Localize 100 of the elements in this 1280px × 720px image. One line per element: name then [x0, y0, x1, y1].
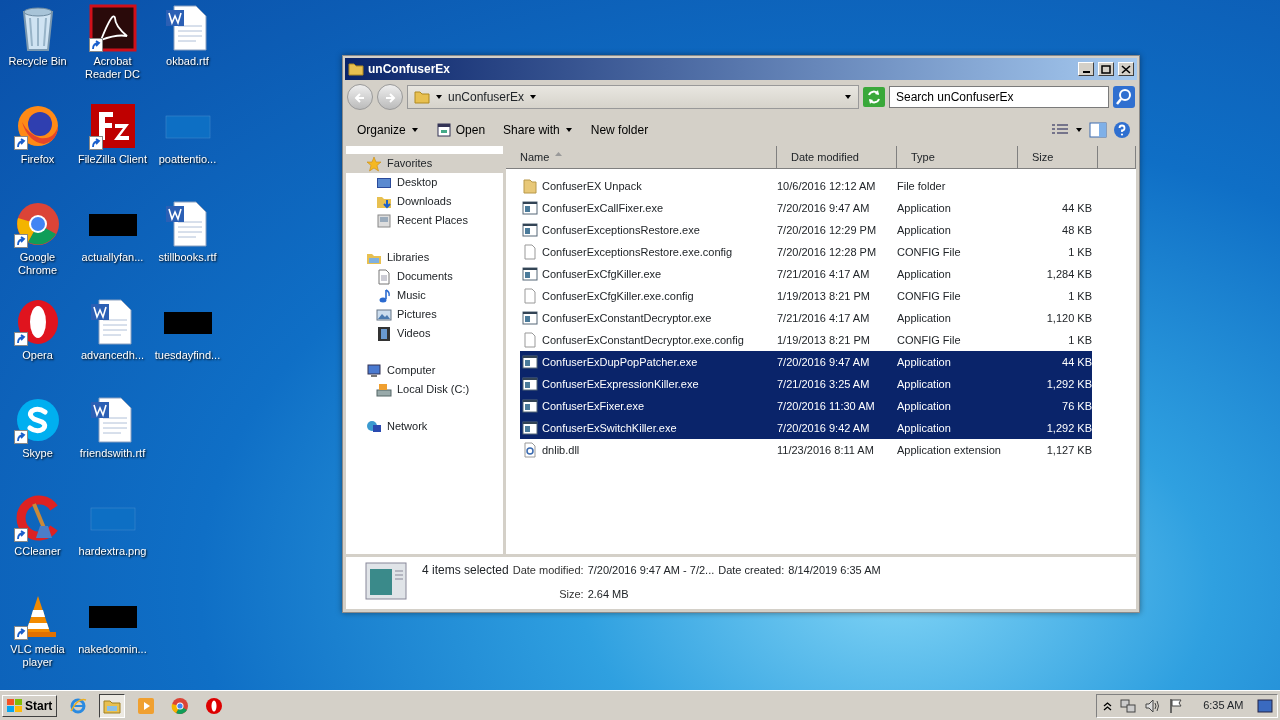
minimize-button[interactable] [1078, 62, 1094, 76]
close-button[interactable] [1118, 62, 1134, 76]
icon-label[interactable]: friendswith.rtf [75, 447, 150, 460]
preview-pane-icon[interactable] [1089, 122, 1107, 138]
date-cell-text: 7/21/2016 4:17 AM [777, 310, 871, 326]
navigation-item[interactable]: Computer [346, 361, 503, 380]
file-row[interactable]: ConfuserExCfgKiller.exe 7/21/2016 4:17 AM Application 1,284 KB [520, 263, 1092, 285]
navigation-item[interactable]: Music [346, 286, 503, 305]
icon-label[interactable]: stillbooks.rtf [150, 251, 225, 264]
speaker-icon[interactable] [1144, 697, 1161, 714]
address-bar[interactable]: unConfuserEx [407, 85, 859, 109]
column-header[interactable]: Type [897, 146, 1018, 169]
file-row[interactable]: ConfuserEX Unpack 10/6/2016 12:12 AM File folder [520, 175, 1092, 197]
size-cell: 1,120 KB [1046, 311, 1092, 324]
navigation-item[interactable]: Recent Places [346, 211, 503, 230]
icon-label[interactable]: poattentio... [150, 153, 225, 166]
toolbar-button[interactable]: Open [430, 119, 492, 141]
view-list-icon[interactable] [1051, 123, 1069, 137]
file-row[interactable]: ConfuserExExpressionKiller.exe 7/21/2016 3:25 AM Application 1,292 KB [520, 373, 1092, 395]
dropdown-caret-icon[interactable] [844, 93, 852, 101]
file-row[interactable]: ConfuserExConstantDecryptor.exe.config 1/19/2013 8:21 PM CONFIG File 1 KB [520, 329, 1092, 351]
navigation-item[interactable]: Pictures [346, 305, 503, 324]
folder-icon [522, 178, 538, 194]
forward-button[interactable] [377, 84, 403, 110]
date-cell-text: 11/23/2016 8:11 AM [777, 442, 875, 458]
file-row[interactable]: dnlib.dll 11/23/2016 8:11 AM Application extension 1,127 KB [520, 439, 1092, 461]
icon-label[interactable]: advancedh... [75, 349, 150, 362]
column-header[interactable]: Name [506, 146, 777, 169]
navigation-item[interactable]: Videos [346, 324, 503, 343]
date-cell-text: 7/20/2016 12:29 PM [777, 222, 878, 238]
navigation-item[interactable]: Local Disk (C:) [346, 380, 503, 399]
type-cell-text: Application extension [897, 442, 1002, 458]
show-desktop-icon[interactable] [1257, 698, 1273, 713]
refresh-icon[interactable] [863, 87, 885, 107]
file-name: ConfuserExConstantDecryptor.exe.config [542, 332, 744, 348]
chevron-up-icon[interactable] [1103, 700, 1113, 711]
address-text[interactable]: unConfuserEx [448, 88, 525, 106]
size-cell: 76 KB [1062, 399, 1092, 412]
navigation-item[interactable]: Favorites [346, 154, 503, 173]
flag-icon[interactable] [1168, 697, 1185, 714]
icon-label[interactable]: actuallyfan... [75, 251, 150, 264]
taskbar-button[interactable] [99, 693, 126, 718]
column-header[interactable]: Size [1018, 146, 1098, 169]
navigation-item[interactable]: Libraries [346, 248, 503, 267]
size-cell: 1 KB [1068, 289, 1092, 302]
icon-label[interactable]: Skype [0, 447, 75, 460]
back-button[interactable] [347, 84, 373, 110]
icon-label[interactable]: FileZilla Client [75, 153, 150, 166]
icon-label[interactable]: CCleaner [0, 545, 75, 558]
size-cell: 1,292 KB [1046, 377, 1092, 390]
icon-label[interactable]: Recycle Bin [0, 55, 75, 68]
type-cell-text: File folder [897, 178, 947, 194]
type-cell-text: Application [897, 420, 952, 436]
size-cell: 1,284 KB [1046, 267, 1092, 280]
navigation-item[interactable]: Desktop [346, 173, 503, 192]
icon-label[interactable]: hardextra.png [75, 545, 150, 558]
file-row[interactable]: ConfuserExConstantDecryptor.exe 7/21/2016 4:17 AM Application 1,120 KB [520, 307, 1092, 329]
icon-label[interactable]: nakedcomin... [75, 643, 150, 656]
acrobat-icon[interactable] [88, 4, 137, 52]
size-cell: 1 KB [1068, 333, 1092, 346]
caret-icon [410, 126, 419, 134]
type-cell-text: Application [897, 310, 952, 326]
menu-button[interactable]: Share with [497, 119, 579, 141]
chrome-icon [171, 696, 190, 715]
start-button[interactable]: Start [2, 694, 58, 717]
window-icon [522, 376, 538, 392]
clock[interactable]: 6:35 AM [1203, 697, 1244, 714]
file-row[interactable]: ConfuserExSwitchKiller.exe 7/20/2016 9:42 AM Application 1,292 KB [520, 417, 1092, 439]
file-row[interactable]: ConfuserExCfgKiller.exe.config 1/19/2013 8:21 PM CONFIG File 1 KB [520, 285, 1092, 307]
search-field[interactable]: Search unConfuserEx [889, 86, 1109, 108]
icon-label[interactable]: Acrobat Reader DC [75, 55, 150, 81]
icon-label[interactable]: Opera [0, 349, 75, 362]
icon-label[interactable]: tuesdayfind... [150, 349, 225, 362]
date-cell-text: 7/20/2016 12:28 PM [777, 244, 878, 260]
network-icon[interactable] [1120, 697, 1137, 714]
search-icon[interactable] [1113, 86, 1135, 108]
caret-icon[interactable] [1075, 126, 1083, 134]
maximize-button[interactable] [1098, 62, 1114, 76]
icon-label[interactable]: okbad.rtf [150, 55, 225, 68]
icon-label[interactable]: Google Chrome [0, 251, 75, 277]
file-row[interactable]: ConfuserExFixer.exe 7/20/2016 11:30 AM Application 76 KB [520, 395, 1092, 417]
navigation-item[interactable]: Network [346, 417, 503, 436]
icon-label[interactable]: Firefox [0, 153, 75, 166]
filezilla-icon[interactable] [88, 102, 137, 150]
menu-button[interactable]: Organize [351, 119, 425, 141]
window-icon [522, 266, 538, 282]
file-name: ConfuserExCallFixer.exe [542, 200, 664, 216]
help-icon[interactable] [1113, 121, 1131, 139]
file-row[interactable]: ConfuserExCallFixer.exe 7/20/2016 9:47 AM Application 44 KB [520, 197, 1092, 219]
navigation-item[interactable]: Documents [346, 267, 503, 286]
detail-label: Date modified: [512, 563, 584, 578]
navigation-item[interactable]: Downloads [346, 192, 503, 211]
type-cell-text: CONFIG File [897, 244, 962, 260]
toolbar-button[interactable]: New folder [584, 119, 655, 141]
column-header[interactable]: Date modified [777, 146, 897, 169]
file-row[interactable]: ConfuserExceptionsRestore.exe 7/20/2016 12:29 PM Application 48 KB [520, 219, 1092, 241]
file-row[interactable]: ConfuserExceptionsRestore.exe.config 7/20/2016 12:28 PM CONFIG File 1 KB [520, 241, 1092, 263]
icon-label[interactable]: VLC media player [0, 643, 75, 669]
file-row[interactable]: ConfuserExDupPopPatcher.exe 7/20/2016 9:47 AM Application 44 KB [520, 351, 1092, 373]
close-icon [1120, 63, 1132, 75]
